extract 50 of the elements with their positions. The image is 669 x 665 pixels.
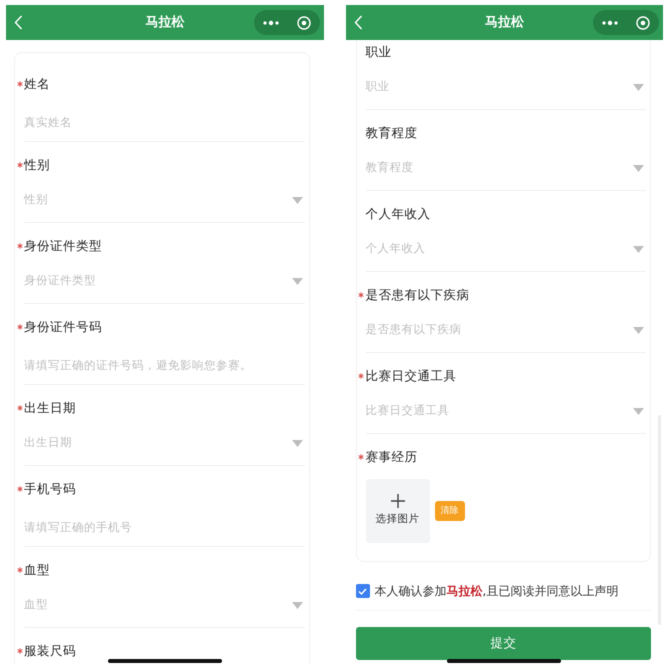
field-label: 服装尺码 <box>24 642 76 660</box>
field-label: 身份证件号码 <box>24 318 102 336</box>
caret-icon <box>633 246 644 252</box>
field-label: 性别 <box>24 156 50 174</box>
select-field[interactable]: 血型 <box>24 595 304 615</box>
field-label: 姓名 <box>24 75 50 93</box>
caret-icon <box>292 196 302 204</box>
input-field[interactable]: 真实姓名 <box>24 112 304 132</box>
caret-icon <box>633 164 644 172</box>
caret-icon <box>633 326 644 334</box>
input-field[interactable]: 请填写正确的手机号 <box>24 517 304 537</box>
field-label: 手机号码 <box>24 480 76 498</box>
field-label: 是否患有以下疾病 <box>366 286 470 304</box>
select-field[interactable]: 是否患有以下疾病 <box>366 320 646 340</box>
field-label: 血型 <box>24 561 50 579</box>
caret-icon <box>633 408 644 414</box>
image-picker[interactable]: 选择图片 <box>366 479 430 543</box>
select-field[interactable]: 身份证件类型 <box>24 271 304 291</box>
more-icon[interactable] <box>602 20 618 26</box>
input-field[interactable]: 请填写正确的证件号码，避免影响您参赛。 <box>24 355 304 375</box>
target-icon[interactable] <box>296 16 310 30</box>
caret-icon <box>633 84 644 90</box>
select-field[interactable]: 教育程度 <box>366 158 646 178</box>
select-field[interactable]: 出生日期 <box>24 433 304 453</box>
field-label: 出生日期 <box>24 399 76 417</box>
check-icon <box>358 588 367 594</box>
more-icon[interactable] <box>262 20 278 26</box>
field-label: 比赛日交通工具 <box>366 367 456 385</box>
target-icon[interactable] <box>636 16 650 30</box>
submit-button[interactable]: 提交 <box>356 627 651 660</box>
select-field[interactable]: 比赛日交通工具 <box>366 401 646 421</box>
back-icon[interactable] <box>354 15 362 30</box>
field-label: 教育程度 <box>366 124 418 142</box>
select-field[interactable]: 个人年收入 <box>366 239 646 259</box>
field-label: 职业 <box>366 43 392 61</box>
select-field[interactable]: 职业 <box>366 77 646 97</box>
clear-button[interactable]: 清除 <box>434 501 464 521</box>
caret-icon <box>292 278 302 284</box>
select-field[interactable]: 性别 <box>24 190 304 210</box>
field-label: 个人年收入 <box>366 205 430 223</box>
agreement-text: 本人确认参加马拉松,且已阅读并同意以上声明 <box>374 583 618 600</box>
back-icon[interactable] <box>14 15 23 30</box>
page-title: 马拉松 <box>145 14 184 32</box>
plus-icon <box>390 494 404 508</box>
caret-icon <box>292 602 302 608</box>
page-title: 马拉松 <box>484 14 524 32</box>
field-label: 身份证件类型 <box>24 237 102 255</box>
field-label: 赛事经历 <box>366 448 418 466</box>
caret-icon <box>292 440 302 446</box>
checkbox[interactable] <box>356 584 370 598</box>
